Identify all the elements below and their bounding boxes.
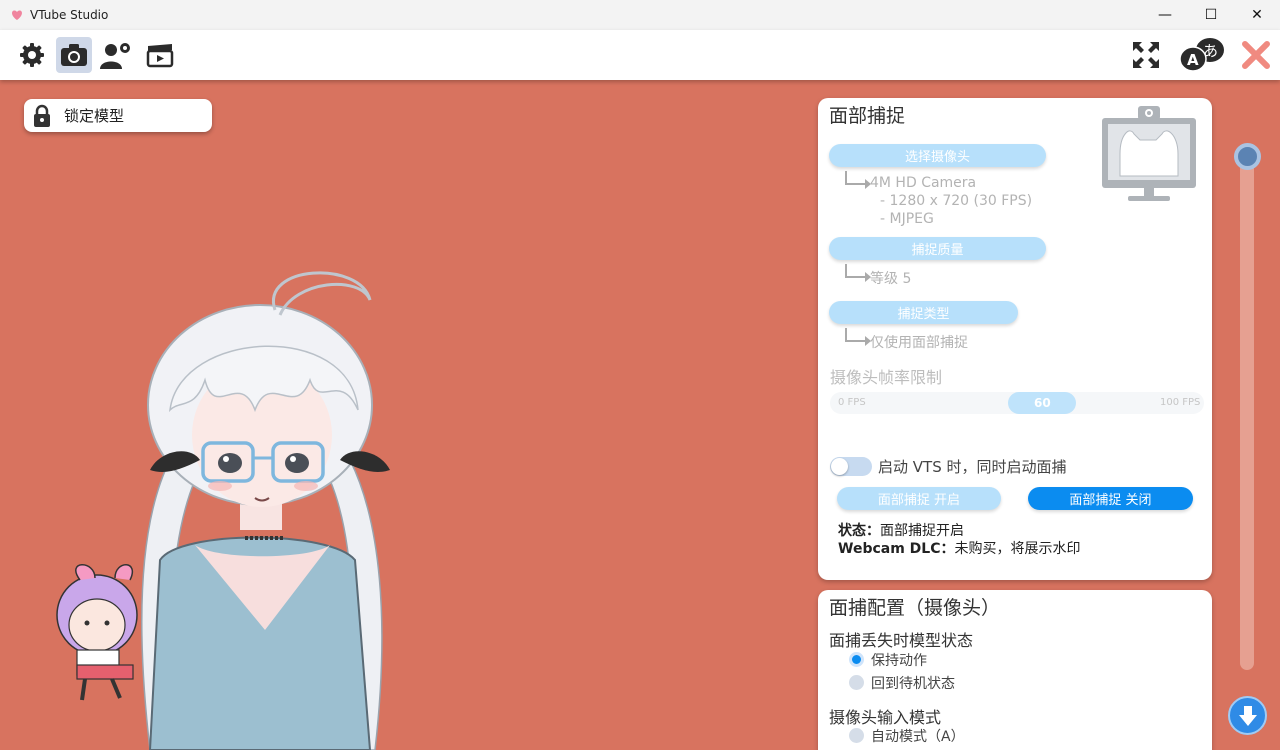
title-bar: VTube Studio — ☐ ✕ [0, 0, 1280, 30]
camera-button[interactable] [56, 37, 92, 73]
window-title: VTube Studio [30, 8, 109, 22]
close-window-button[interactable]: ✕ [1234, 0, 1280, 30]
dlc-key: Webcam DLC： [838, 541, 955, 557]
start-capture-button[interactable]: 面部捕捉 开启 [837, 487, 1001, 510]
panel-scrollbar[interactable] [1240, 146, 1254, 670]
video-clapper-icon [146, 44, 174, 68]
autostart-label: 启动 VTS 时，同时启动面捕 [878, 458, 1067, 476]
stop-capture-button[interactable]: 面部捕捉 关闭 [1028, 487, 1193, 510]
user-settings-icon [100, 43, 130, 69]
minimize-button[interactable]: — [1142, 0, 1188, 30]
radio-return-idle-label: 回到待机状态 [871, 676, 955, 692]
fps-limit-label: 摄像头帧率限制 [830, 368, 943, 387]
status-value: 面部捕捉开启 [880, 523, 964, 539]
close-app-icon [1242, 41, 1270, 69]
svg-text:A: A [1187, 51, 1199, 69]
lock-model-button[interactable]: 锁定模型 [24, 99, 212, 132]
camera-format: - MJPEG [880, 211, 934, 227]
chibi-sticker [56, 564, 138, 701]
language-button[interactable]: あ A [1178, 37, 1226, 73]
settings-button[interactable] [14, 37, 50, 73]
app-logo-icon [12, 10, 22, 20]
maximize-button[interactable]: ☐ [1188, 0, 1234, 30]
scene-button[interactable] [142, 37, 178, 73]
type-branch-arrow [845, 328, 871, 346]
settings-icon [20, 43, 44, 67]
tracking-lost-label: 面捕丢失时模型状态 [829, 631, 974, 650]
fps-slider-handle[interactable]: 60 [1008, 392, 1077, 414]
radio-return-idle[interactable] [849, 675, 864, 690]
capture-type-value: 仅使用面部捕捉 [870, 335, 968, 351]
webcam-monitor-icon [1102, 106, 1196, 201]
radio-keep-pose-label: 保持动作 [871, 653, 927, 669]
face-capture-title: 面部捕捉 [829, 105, 906, 127]
arrow-down-icon [1238, 705, 1257, 726]
scroll-down-button[interactable] [1228, 696, 1267, 735]
camera-resolution: - 1280 x 720 (30 FPS) [880, 193, 1033, 209]
fps-slider-max: 100 FPS [1160, 397, 1201, 408]
capture-config-title: 面捕配置（摄像头） [829, 597, 1001, 619]
main-toolbar: あ A [0, 30, 1280, 80]
fullscreen-button[interactable] [1128, 37, 1164, 73]
fullscreen-icon [1133, 42, 1159, 68]
status-key: 状态： [838, 523, 880, 539]
live2d-model [56, 271, 390, 750]
select-camera-button[interactable]: 选择摄像头 [829, 144, 1046, 167]
scrollbar-thumb[interactable] [1234, 143, 1261, 170]
dlc-status: Webcam DLC：未购买，将展示水印 [838, 538, 1080, 558]
fps-slider-min: 0 FPS [838, 397, 866, 408]
lock-model-label: 锁定模型 [64, 107, 125, 125]
dlc-value: 未购买，将展示水印 [954, 541, 1081, 557]
close-app-button[interactable] [1238, 37, 1274, 73]
capture-quality-button[interactable]: 捕捉质量 [829, 237, 1046, 260]
language-icon: あ A [1179, 38, 1224, 72]
radio-auto-mode-label: 自动模式（A） [871, 729, 965, 745]
quality-branch-arrow [845, 264, 871, 282]
capture-quality-value: 等级 5 [870, 271, 912, 287]
camera-branch-arrow [845, 171, 871, 189]
capture-type-button[interactable]: 捕捉类型 [829, 301, 1018, 324]
camera-name: 4M HD Camera [870, 175, 977, 191]
model-settings-button[interactable] [98, 37, 134, 73]
camera-icon [61, 44, 87, 66]
camera-input-mode-label: 摄像头输入模式 [829, 708, 942, 727]
radio-keep-pose[interactable] [849, 652, 864, 667]
autostart-toggle[interactable] [830, 457, 872, 476]
radio-auto-mode[interactable] [849, 728, 864, 743]
capture-status: 状态：面部捕捉开启 [838, 520, 964, 540]
lock-icon [34, 104, 50, 127]
